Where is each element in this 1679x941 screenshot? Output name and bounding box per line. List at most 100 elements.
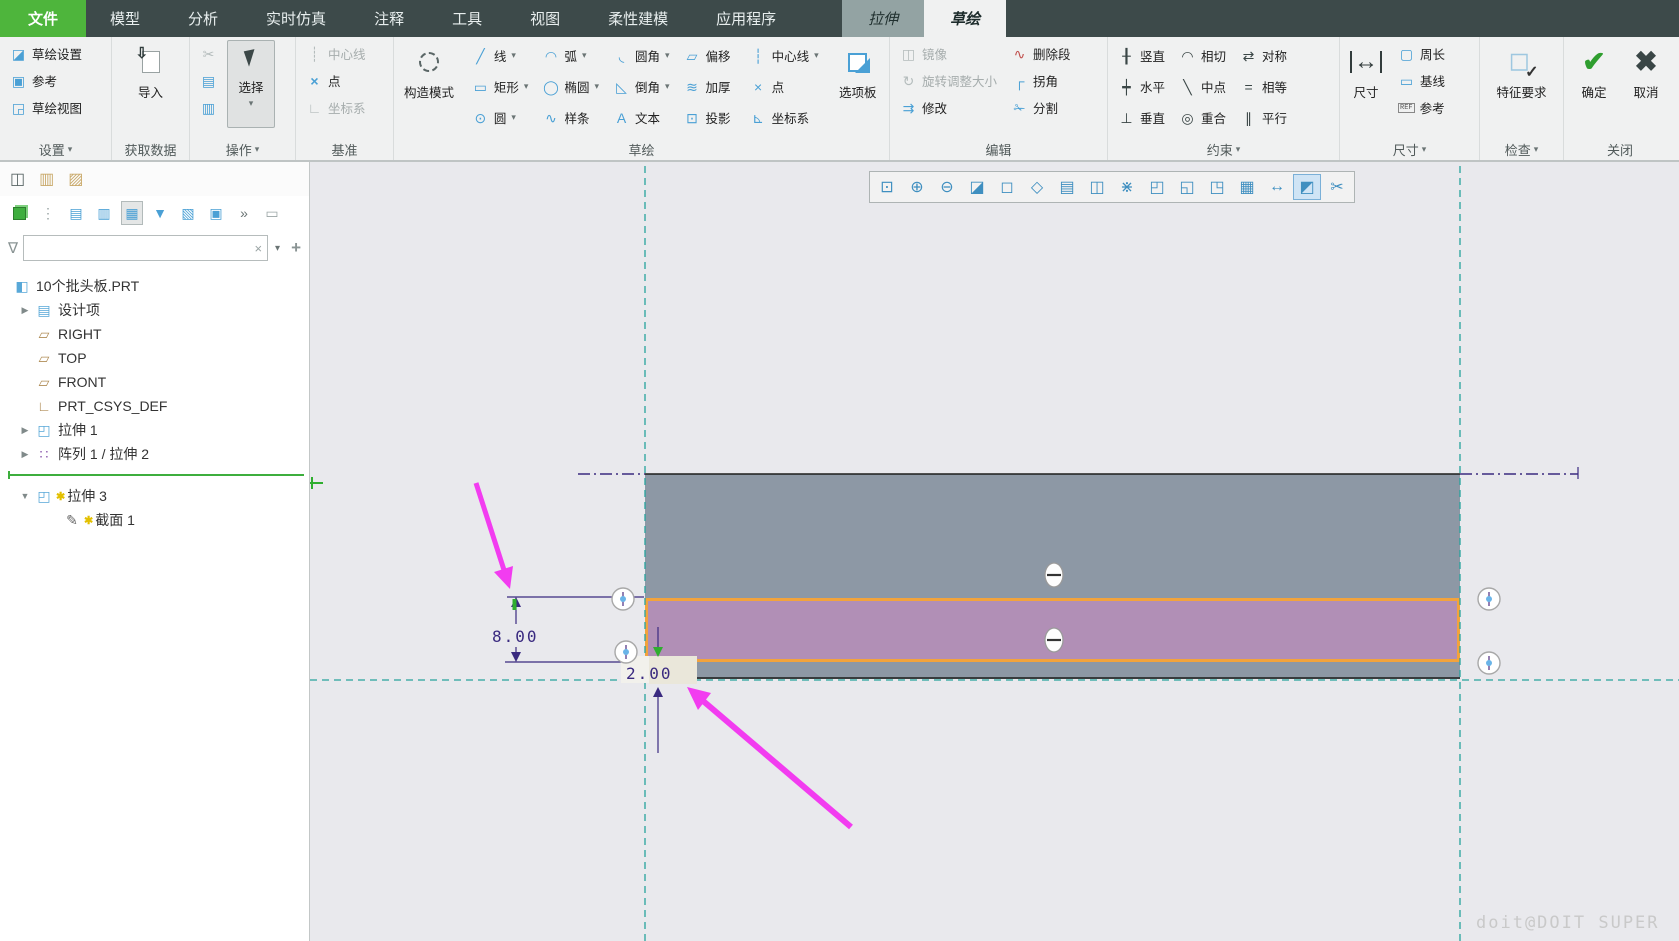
tree-search-input[interactable] xyxy=(24,237,250,259)
clear-search-icon[interactable]: × xyxy=(249,241,267,256)
chamfer-button[interactable]: ◺ 倒角 ▾ xyxy=(607,73,676,100)
expander-icon[interactable]: ▶ xyxy=(16,449,34,460)
tab-applications[interactable]: 应用程序 xyxy=(692,0,800,37)
line-button[interactable]: ╱ 线 ▾ xyxy=(466,42,535,69)
offset-button[interactable]: ▱ 偏移 xyxy=(678,42,742,69)
tab-extrude-context[interactable]: 拉伸 xyxy=(842,0,925,37)
view-manager-icon[interactable]: ◫ xyxy=(1083,174,1111,200)
tree-list-icon[interactable]: ▣ xyxy=(205,201,227,225)
dimension-button[interactable]: ↔ 尺寸 xyxy=(1344,40,1388,101)
tab-flexible-modeling[interactable]: 柔性建模 xyxy=(584,0,692,37)
csys-button[interactable]: ⊾ 坐标系 xyxy=(744,104,825,131)
feature-requirements-button[interactable]: ◻ ✓ 特征要求 xyxy=(1484,40,1559,101)
display-style-icon[interactable]: ▤ xyxy=(1053,174,1081,200)
horizontal-constraint-button[interactable]: ┿ 水平 xyxy=(1112,73,1171,100)
tab-sketch-active[interactable]: 草绘 xyxy=(924,0,1007,37)
tree-columns-icon[interactable]: ▦ xyxy=(121,201,143,225)
coincident-constraint-button[interactable]: ◎ 重合 xyxy=(1173,104,1232,131)
dimension-8-value[interactable]: 8.00 xyxy=(492,627,539,646)
modify-button[interactable]: ⇉ 修改 xyxy=(894,94,1003,121)
midpoint-constraint-button[interactable]: ╲ 中点 xyxy=(1173,73,1232,100)
point-button[interactable]: × 点 xyxy=(744,73,825,100)
tab-file[interactable]: 文件 xyxy=(0,0,87,37)
construction-mode-button[interactable]: 构造模式 xyxy=(398,40,460,101)
spline-button[interactable]: ∿ 样条 xyxy=(536,104,605,131)
tree-item-pattern-1[interactable]: ▶ ∷ 阵列 1 / 拉伸 2 xyxy=(0,442,309,466)
collapse-levels-icon[interactable]: ▥ xyxy=(93,201,115,225)
zoom-out-icon[interactable]: ⊖ xyxy=(933,174,961,200)
tree-item-right-plane[interactable]: ▱ RIGHT xyxy=(0,322,309,346)
model-display-button[interactable] xyxy=(8,201,30,225)
shaded-display-icon[interactable]: ◱ xyxy=(1173,174,1201,200)
group-label-dimension[interactable]: 尺寸 ▾ xyxy=(1340,138,1479,160)
thicken-button[interactable]: ≋ 加厚 xyxy=(678,73,742,100)
datum-csys-button[interactable]: ∟ 坐标系 xyxy=(300,94,372,121)
refit-icon[interactable]: ⊡ xyxy=(873,174,901,200)
midpoint-constraint-marker[interactable] xyxy=(611,587,635,611)
tangent-constraint-button[interactable]: ◠ 相切 xyxy=(1173,42,1232,69)
cancel-button[interactable]: ✖ 取消 xyxy=(1621,40,1671,101)
tree-item-front-plane[interactable]: ▱ FRONT xyxy=(0,370,309,394)
midpoint-constraint-marker[interactable] xyxy=(614,640,638,664)
tree-filters-icon[interactable]: ▼ xyxy=(149,201,171,225)
select-button[interactable]: 选择 ▾ xyxy=(227,40,275,128)
rotate-resize-button[interactable]: ↻ 旋转调整大小 xyxy=(894,67,1003,94)
fillet-button[interactable]: ◟ 圆角 ▾ xyxy=(607,42,676,69)
paste-button[interactable]: ▥ xyxy=(194,94,223,121)
group-label-constrain[interactable]: 约束 ▾ xyxy=(1108,138,1339,160)
dimension-display-icon[interactable]: ↔ xyxy=(1263,174,1291,200)
project-button[interactable]: ⊡ 投影 xyxy=(678,104,742,131)
tab-tools[interactable]: 工具 xyxy=(428,0,506,37)
sketch-view-button[interactable]: ◲ 草绘视图 xyxy=(4,94,88,121)
expand-levels-icon[interactable]: ▤ xyxy=(65,201,87,225)
text-button[interactable]: A 文本 xyxy=(607,104,676,131)
tree-item-part-root[interactable]: ◧ 10个批头板.PRT xyxy=(0,274,309,298)
midpoint-constraint-marker[interactable] xyxy=(1477,587,1501,611)
filter-dropdown-icon[interactable]: ▾ xyxy=(273,243,282,254)
datum-centerline-button[interactable]: ┊ 中心线 xyxy=(300,40,372,67)
coincident-constraint-marker[interactable] xyxy=(1044,562,1064,588)
divide-button[interactable]: ✁ 分割 xyxy=(1005,94,1077,121)
corner-button[interactable]: ┌ 拐角 xyxy=(1005,67,1077,94)
tree-display-icon[interactable]: ▧ xyxy=(177,201,199,225)
centerline-button[interactable]: ┆ 中心线 ▾ xyxy=(744,42,825,69)
tree-item-csys[interactable]: ∟ PRT_CSYS_DEF xyxy=(0,394,309,418)
rectangle-button[interactable]: ▭ 矩形 ▾ xyxy=(466,73,535,100)
dimension-2-value[interactable]: 2.00 xyxy=(626,664,673,683)
tree-item-extrude-1[interactable]: ▶ ◰ 拉伸 1 xyxy=(0,418,309,442)
reference-dimension-button[interactable]: REF 参考 xyxy=(1392,94,1451,121)
wireframe-display-icon[interactable]: ▦ xyxy=(1233,174,1261,200)
tab-annotate[interactable]: 注释 xyxy=(350,0,428,37)
palette-button[interactable]: 选项板 xyxy=(831,40,885,101)
vertical-constraint-button[interactable]: ╂ 竖直 xyxy=(1112,42,1171,69)
tab-view[interactable]: 视图 xyxy=(506,0,584,37)
saved-orientations-icon[interactable]: ◇ xyxy=(1023,174,1051,200)
arc-button[interactable]: ◠ 弧 ▾ xyxy=(536,42,605,69)
repaint-icon[interactable]: ◪ xyxy=(963,174,991,200)
tree-settings-icon[interactable]: ▭ xyxy=(261,201,283,225)
datum-display-filters-icon[interactable]: ⋇ xyxy=(1113,174,1141,200)
show-annotations-icon[interactable]: ◰ xyxy=(1143,174,1171,200)
favorites-tab[interactable]: ▨ xyxy=(68,169,83,189)
group-label-inspect[interactable]: 检查 ▾ xyxy=(1480,138,1563,160)
midpoint-constraint-marker[interactable] xyxy=(1477,651,1501,675)
standard-view-icon[interactable]: ◻ xyxy=(993,174,1021,200)
parallel-constraint-button[interactable]: ∥ 平行 xyxy=(1234,104,1293,131)
toolbar-overflow-chevron[interactable]: » xyxy=(233,201,255,225)
model-tree-tab[interactable]: ◫ xyxy=(10,169,25,189)
expander-icon[interactable]: ▶ xyxy=(16,425,34,436)
circle-button[interactable]: ⊙ 圆 ▾ xyxy=(466,104,535,131)
delete-segment-button[interactable]: ∿ 删除段 xyxy=(1005,40,1077,67)
mirror-button[interactable]: ◫ 镜像 xyxy=(894,40,1003,67)
transparent-display-icon[interactable]: ◳ xyxy=(1203,174,1231,200)
sketch-setup-button[interactable]: ◪ 草绘设置 xyxy=(4,40,88,67)
tree-options-icon[interactable]: ⋮ xyxy=(37,201,59,225)
tab-live-simulation[interactable]: 实时仿真 xyxy=(242,0,350,37)
tab-analysis[interactable]: 分析 xyxy=(164,0,242,37)
tree-item-top-plane[interactable]: ▱ TOP xyxy=(0,346,309,370)
perimeter-dimension-button[interactable]: ▢ 周长 xyxy=(1392,40,1451,67)
section-view-icon[interactable]: ✂ xyxy=(1323,174,1351,200)
zoom-in-icon[interactable]: ⊕ xyxy=(903,174,931,200)
symmetric-constraint-button[interactable]: ⇄ 对称 xyxy=(1234,42,1293,69)
baseline-dimension-button[interactable]: ▭ 基线 xyxy=(1392,67,1451,94)
